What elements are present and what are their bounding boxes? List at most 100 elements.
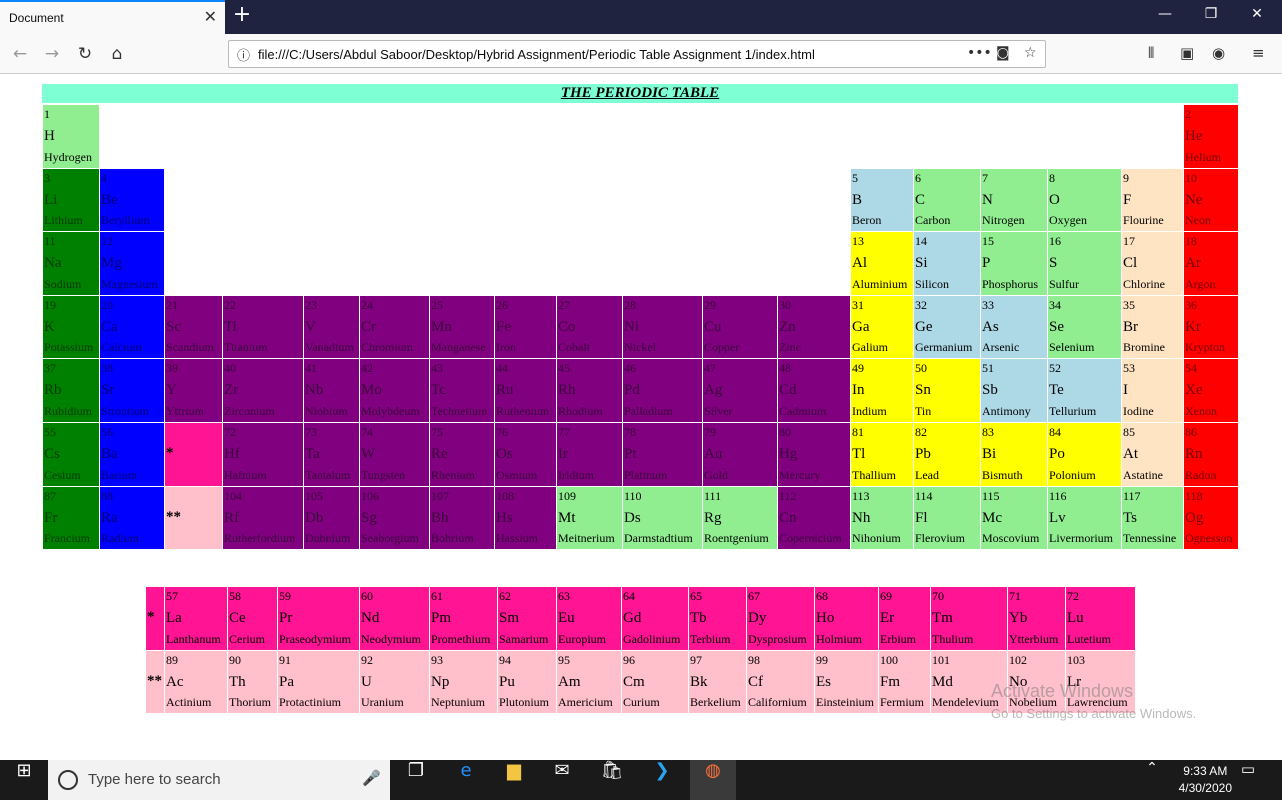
menu-icon[interactable]: ≡	[1252, 44, 1265, 62]
element-number: 80	[779, 425, 791, 439]
element-symbol: Si	[915, 255, 928, 272]
task-view-icon[interactable]: ❐	[396, 760, 436, 800]
element-number: 13	[852, 234, 864, 249]
edge-icon[interactable]: e	[444, 760, 488, 800]
element-number: 94	[499, 652, 511, 667]
element-cell-as: 33 As Arsenic	[981, 295, 1047, 359]
element-symbol: Bi	[982, 446, 997, 462]
tab-document[interactable]: Document ✕	[0, 0, 225, 34]
element-name: Silver	[704, 403, 733, 418]
element-number: 23	[305, 297, 317, 312]
element-name: Strontium	[101, 403, 150, 418]
taskbar-search[interactable]: Type here to search 🎤	[48, 760, 390, 800]
element-name: Berkelium	[690, 695, 741, 709]
element-number: 98	[748, 652, 760, 667]
element-symbol: W	[361, 446, 376, 462]
library-icon[interactable]: ⫴	[1148, 44, 1154, 62]
element-number: 81	[852, 425, 864, 439]
restore-icon[interactable]: ❐	[1188, 6, 1234, 22]
url-bar[interactable]: ⓘ file:///C:/Users/Abdul Saboor/Desktop/…	[228, 40, 1046, 68]
forward-icon[interactable]: →	[38, 41, 66, 67]
notifications-icon[interactable]: ▭	[1236, 760, 1260, 800]
element-cell-ar: 18 Ar Argon	[1184, 232, 1238, 295]
element-cell-fr: 87 Fr Francium	[43, 486, 99, 550]
element-number: 2	[1185, 107, 1191, 121]
minimize-icon[interactable]: —	[1142, 6, 1188, 22]
windows-start-icon[interactable]: ⊞	[0, 760, 48, 800]
element-cell-yb: 71 Yb Ytterbium	[1008, 587, 1065, 650]
element-cell-pm: 61 Pm Promethium	[430, 587, 497, 650]
window-close-icon[interactable]: ✕	[1234, 6, 1280, 22]
element-number: 57	[166, 589, 178, 603]
element-symbol: Zn	[779, 318, 796, 335]
element-symbol: Cu	[704, 318, 722, 335]
element-symbol: Nh	[852, 509, 871, 526]
windows-taskbar: ⊞ Type here to search 🎤 ❐ e ▆ ✉ 🛍 ❯ ◍ ⌃ …	[0, 760, 1282, 800]
element-number: 26	[496, 297, 508, 312]
microphone-icon[interactable]: 🎤	[362, 769, 381, 787]
element-symbol: Fl	[915, 509, 928, 526]
element-cell-po: 84 Po Polonium	[1048, 423, 1121, 486]
element-name: Erbium	[880, 631, 916, 646]
firefox-icon[interactable]: ◍	[690, 760, 736, 800]
element-name: Antimony	[982, 403, 1031, 418]
element-number: 95	[558, 652, 570, 667]
element-name: Bohrium	[431, 531, 474, 546]
element-number: 16	[1049, 234, 1061, 249]
element-symbol: Te	[1049, 382, 1064, 399]
home-icon[interactable]: ⌂	[103, 41, 131, 67]
element-number: 89	[166, 652, 178, 667]
element-name: Palladium	[624, 403, 673, 418]
element-cell-pr: 59 Pr Praseodymium	[278, 587, 359, 650]
element-number: 40	[224, 361, 236, 376]
element-number: 83	[982, 425, 994, 439]
site-info-icon[interactable]: ⓘ	[237, 45, 250, 64]
element-name: Mercury	[779, 467, 821, 482]
element-number: 14	[915, 234, 927, 249]
taskbar-clock[interactable]: 9:33 AM 4/30/2020	[1179, 763, 1232, 797]
element-name: Ytterbium	[1009, 631, 1059, 646]
element-name: Sodium	[44, 276, 82, 291]
reload-icon[interactable]: ↻	[71, 41, 99, 67]
element-number: 17	[1123, 234, 1135, 249]
url-text[interactable]: file:///C:/Users/Abdul Saboor/Desktop/Hy…	[258, 47, 815, 62]
element-symbol: Sb	[982, 382, 998, 399]
bookmark-star-icon[interactable]: ☆	[1024, 45, 1037, 61]
page-actions-icon[interactable]: •••	[967, 45, 992, 61]
element-cell-ds: 110 Ds Darmstadtium	[623, 486, 702, 550]
element-number: 53	[1123, 361, 1135, 376]
element-cell-si: 14 Si Silicon	[914, 232, 980, 295]
element-number: 90	[229, 652, 241, 667]
element-name: Iodine	[1123, 403, 1154, 418]
element-cell-cm: 96 Cm Curium	[622, 650, 688, 713]
show-hidden-icons[interactable]: ⌃	[1140, 760, 1164, 800]
tab-close-icon[interactable]: ✕	[204, 7, 217, 26]
element-number: 29	[704, 297, 716, 312]
pocket-icon[interactable]: ◙	[996, 45, 1010, 61]
element-name: Xenon	[1185, 403, 1217, 418]
new-tab-icon[interactable]: +	[230, 2, 254, 27]
element-symbol: Au	[704, 446, 723, 462]
account-icon[interactable]: ◉	[1212, 44, 1225, 62]
file-explorer-icon[interactable]: ▆	[492, 760, 536, 800]
element-cell-sr: 38 Sr Strontium	[100, 359, 164, 422]
vscode-icon[interactable]: ❯	[640, 760, 684, 800]
back-icon[interactable]: ←	[6, 41, 34, 67]
element-name: Scandium	[166, 340, 214, 355]
element-number: 35	[1123, 297, 1135, 312]
element-name: Phosphorus	[982, 276, 1039, 291]
element-cell-tc: 43 Tc Technetium	[430, 359, 494, 422]
mail-icon[interactable]: ✉	[540, 760, 584, 800]
element-number: 92	[361, 652, 373, 667]
store-icon[interactable]: 🛍	[590, 760, 634, 800]
element-cell-gd: 64 Gd Gadolinium	[622, 587, 688, 650]
element-name: Einsteinium	[816, 695, 874, 709]
element-name: Argon	[1185, 276, 1216, 291]
element-symbol: Ru	[496, 382, 514, 399]
element-symbol: Pb	[915, 446, 931, 462]
element-number: 114	[915, 488, 933, 503]
series-marker-cell: *	[146, 587, 164, 650]
element-name: Moscovium	[982, 531, 1040, 546]
element-symbol: F	[1123, 191, 1132, 208]
sidebar-icon[interactable]: ▣	[1180, 44, 1194, 62]
